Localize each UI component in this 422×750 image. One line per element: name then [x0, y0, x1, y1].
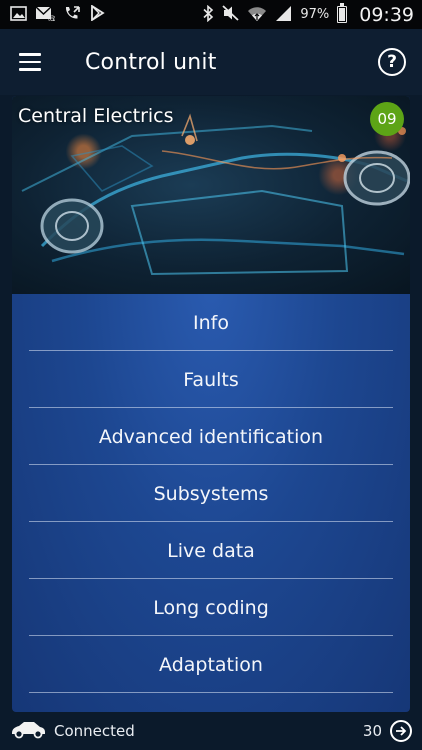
clock-time: 09:39 — [359, 3, 414, 26]
menu-item-info[interactable]: Info — [12, 294, 410, 351]
battery-icon — [337, 3, 348, 23]
hamburger-menu-icon[interactable] — [0, 29, 60, 95]
menu-item-subsystems[interactable]: Subsystems — [12, 465, 410, 522]
mute-icon — [222, 5, 239, 24]
control-unit-card: Central Electrics 09 Info Faults Advance… — [12, 96, 410, 712]
exit-icon[interactable] — [390, 720, 412, 742]
menu-line — [19, 68, 41, 71]
connection-status: Connected — [54, 722, 135, 740]
status-bar-left: @ — [10, 4, 105, 24]
status-bar: @ 97% 09:39 — [0, 0, 422, 29]
unit-address-badge: 09 — [370, 102, 404, 136]
menu-item-adaptation[interactable]: Adaptation — [12, 636, 410, 693]
function-menu: Info Faults Advanced identification Subs… — [12, 294, 410, 693]
svg-text:@: @ — [48, 14, 55, 21]
help-icon[interactable]: ? — [378, 48, 406, 76]
battery-percent: 97% — [300, 7, 330, 22]
menu-line — [19, 60, 41, 64]
hero-image: Central Electrics 09 — [12, 96, 410, 294]
car-icon — [10, 719, 46, 743]
menu-item-long-coding[interactable]: Long coding — [12, 579, 410, 636]
play-store-icon — [90, 4, 105, 24]
page-title: Control unit — [85, 49, 217, 75]
control-unit-name: Central Electrics — [18, 105, 174, 127]
status-bar-right: 97% 09:39 — [203, 3, 414, 26]
signal-icon — [275, 5, 292, 25]
menu-line — [19, 53, 41, 56]
menu-item-live-data[interactable]: Live data — [12, 522, 410, 579]
mail-icon: @ — [35, 5, 56, 24]
bluetooth-icon — [203, 4, 214, 25]
phone-icon — [63, 5, 82, 24]
menu-item-advanced-identification[interactable]: Advanced identification — [12, 408, 410, 465]
battery-level-fill — [339, 8, 346, 21]
gallery-icon — [10, 5, 27, 24]
app-bar: Control unit ? — [0, 29, 422, 95]
connection-status-bar: Connected 30 — [0, 712, 422, 750]
menu-item-faults[interactable]: Faults — [12, 351, 410, 408]
wifi-icon — [247, 5, 267, 25]
counter-value: 30 — [362, 722, 382, 740]
